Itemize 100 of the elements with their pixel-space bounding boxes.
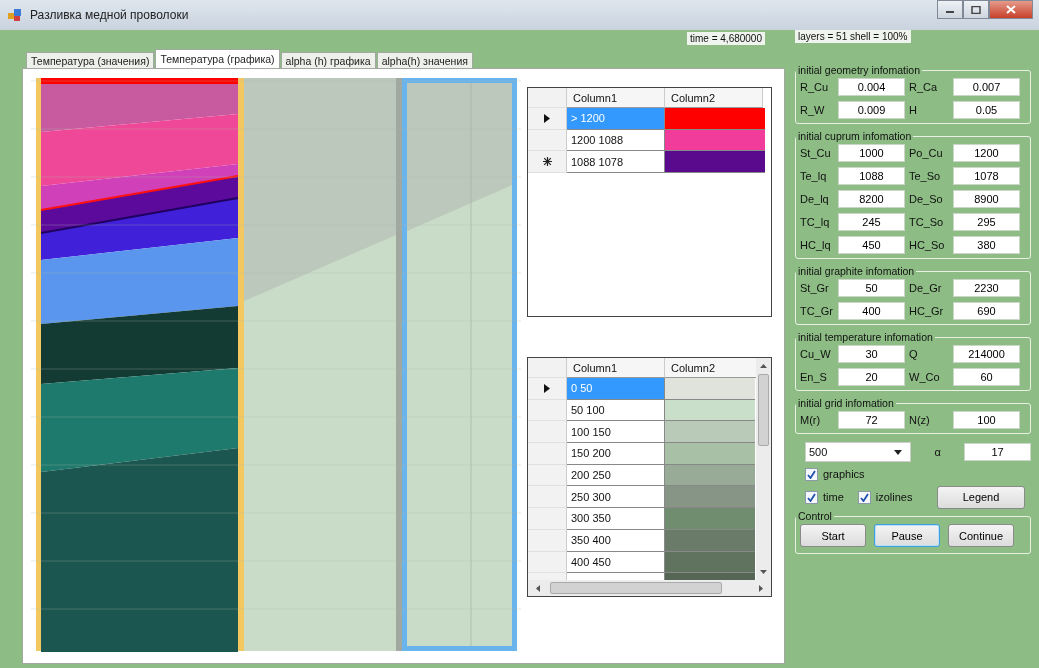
maximize-icon	[971, 5, 981, 14]
column-header[interactable]: Column1	[567, 358, 665, 378]
legend-button[interactable]: Legend	[937, 485, 1025, 509]
value-field[interactable]: 0.009	[838, 101, 905, 119]
row-header	[528, 88, 567, 108]
value-field[interactable]: 1000	[838, 144, 905, 162]
step-dropdown[interactable]: 500	[805, 442, 911, 462]
tab[interactable]: alpha(h) значения	[376, 52, 473, 68]
group-title: initial grid infomation	[797, 397, 895, 409]
value-field[interactable]: 50	[838, 279, 905, 297]
value-field[interactable]: 214000	[953, 345, 1020, 363]
tab[interactable]: Температура (значения)	[26, 52, 155, 68]
value-field[interactable]: 30	[838, 345, 905, 363]
field-label: St_Gr	[800, 282, 830, 294]
tab[interactable]: alpha (h) графика	[280, 52, 376, 68]
new-row-icon	[542, 157, 552, 167]
row-header[interactable]	[528, 108, 567, 130]
time-label: time = 4,680000	[687, 32, 765, 45]
value-field[interactable]: 245	[838, 213, 905, 231]
tab[interactable]: Температура (графика)	[155, 49, 280, 68]
scroll-thumb[interactable]	[758, 374, 769, 446]
scroll-thumb[interactable]	[550, 582, 722, 594]
field-label: TC_Gr	[800, 305, 834, 317]
value-field[interactable]: 400	[838, 302, 905, 320]
field-label: De_lq	[800, 193, 830, 205]
control-button[interactable]: Pause	[874, 524, 940, 547]
checkbox[interactable]: izolines	[857, 490, 913, 504]
vertical-scrollbar[interactable]	[756, 358, 771, 580]
checkbox-box[interactable]	[805, 467, 818, 481]
group-title: initial temperature infomation	[797, 331, 934, 343]
control-button[interactable]: Continue	[948, 524, 1014, 547]
field-label: Po_Cu	[909, 147, 944, 159]
column-header[interactable]: Column2	[665, 88, 763, 108]
close-icon	[1006, 5, 1016, 14]
column-header[interactable]: Column2	[665, 358, 756, 378]
group-title: initial graphite infomation	[797, 265, 916, 277]
value-field[interactable]: 2230	[953, 279, 1020, 297]
value-field[interactable]: 0.004	[838, 78, 905, 96]
checkbox-box[interactable]	[805, 490, 818, 504]
dropdown-icon	[893, 449, 902, 455]
value-field[interactable]: 8900	[953, 190, 1020, 208]
field-label: M(r)	[800, 414, 822, 426]
field-label: W_Co	[909, 371, 941, 383]
checkbox[interactable]: graphics	[805, 467, 865, 481]
horizontal-scrollbar[interactable]	[528, 580, 771, 596]
field-label: TC_So	[909, 216, 945, 228]
value-field[interactable]: 72	[838, 411, 905, 429]
field-label: HC_lq	[800, 239, 832, 251]
scroll-left-icon	[536, 584, 540, 592]
field-label: TC_lq	[800, 216, 831, 228]
field-label: HC_So	[909, 239, 946, 251]
checkbox-box[interactable]	[857, 490, 871, 504]
value-field[interactable]: 8200	[838, 190, 905, 208]
field-label: R_Cu	[800, 81, 830, 93]
scroll-right-icon	[759, 584, 763, 592]
app-icon	[8, 8, 22, 22]
value-field[interactable]: 20	[838, 368, 905, 386]
check-icon	[807, 492, 816, 502]
field-label: N(z)	[909, 414, 931, 426]
row-header	[528, 358, 567, 378]
value-field[interactable]: 1200	[953, 144, 1020, 162]
value-field[interactable]: 450	[838, 236, 905, 254]
check-icon	[807, 469, 816, 479]
field-label: α	[934, 446, 942, 458]
field-label: H	[909, 104, 918, 116]
field-label: De_So	[909, 193, 944, 205]
field-label: De_Gr	[909, 282, 943, 294]
control-button[interactable]: Start	[800, 524, 866, 547]
value-field[interactable]: 0.007	[953, 78, 1020, 96]
value-field[interactable]: 60	[953, 368, 1020, 386]
row-header[interactable]	[528, 151, 567, 174]
value-field[interactable]: 1088	[838, 167, 905, 185]
field-label: St_Cu	[800, 147, 832, 159]
check-icon	[859, 492, 869, 502]
group-title: Control	[797, 510, 833, 522]
field-label: HC_Gr	[909, 305, 945, 317]
scroll-down-icon	[760, 570, 767, 574]
close-button[interactable]	[989, 0, 1033, 19]
field-label: En_S	[800, 371, 828, 383]
current-row-icon	[544, 383, 550, 393]
maximize-button[interactable]	[963, 0, 989, 19]
scroll-up-icon	[760, 364, 767, 368]
layers-label: layers = 51 shell = 100%	[795, 30, 911, 43]
column-header[interactable]: Column1	[567, 88, 665, 108]
current-row-icon	[544, 113, 550, 123]
value-field[interactable]: 690	[953, 302, 1020, 320]
value-field[interactable]: 0.05	[953, 101, 1020, 119]
row-header[interactable]	[528, 378, 567, 400]
group-title: initial cuprum infomation	[797, 130, 913, 142]
minimize-button[interactable]	[937, 0, 963, 19]
group-title: initial geometry infomation	[797, 64, 921, 76]
window-title: Разливка медной проволоки	[30, 8, 189, 22]
field-label: Te_So	[909, 170, 942, 182]
value-field[interactable]: 100	[953, 411, 1020, 429]
value-field[interactable]: 17	[964, 443, 1031, 461]
checkbox[interactable]: time	[805, 490, 844, 504]
value-field[interactable]: 295	[953, 213, 1020, 231]
value-field[interactable]: 1078	[953, 167, 1020, 185]
field-label: Q	[909, 348, 919, 360]
value-field[interactable]: 380	[953, 236, 1020, 254]
